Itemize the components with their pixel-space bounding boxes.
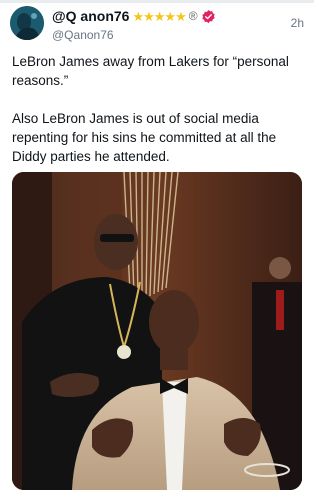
post-header: @Q anon76 ★ ★ ★ ★ ★ ® @Qanon76 2h [10, 6, 304, 42]
display-name[interactable]: @Q anon76 [52, 8, 129, 24]
star-icon: ★ [175, 8, 187, 24]
star-icon: ★ [143, 8, 155, 24]
star-icon: ★ [164, 8, 176, 24]
star-icon: ★ [132, 8, 144, 24]
avatar[interactable] [10, 6, 44, 40]
user-handle[interactable]: @Qanon76 [52, 28, 114, 42]
post-paragraph: LeBron James away from Lakers for “perso… [12, 54, 289, 88]
star-icon: ★ [153, 8, 166, 24]
post-paragraph: Also LeBron James is out of social media… [12, 111, 277, 164]
verified-icon [201, 9, 215, 23]
star-badges: ★ ★ ★ ★ ★ [132, 8, 187, 24]
post-media-photo[interactable] [12, 172, 302, 490]
avatar-image [10, 6, 44, 40]
post-text: LeBron James away from Lakers for “perso… [12, 52, 304, 166]
name-row: @Q anon76 ★ ★ ★ ★ ★ ® [52, 7, 216, 25]
post-timestamp[interactable]: 2h [291, 16, 304, 30]
registered-icon: ® [188, 9, 198, 23]
top-divider [0, 0, 314, 3]
photo-image [12, 172, 302, 490]
